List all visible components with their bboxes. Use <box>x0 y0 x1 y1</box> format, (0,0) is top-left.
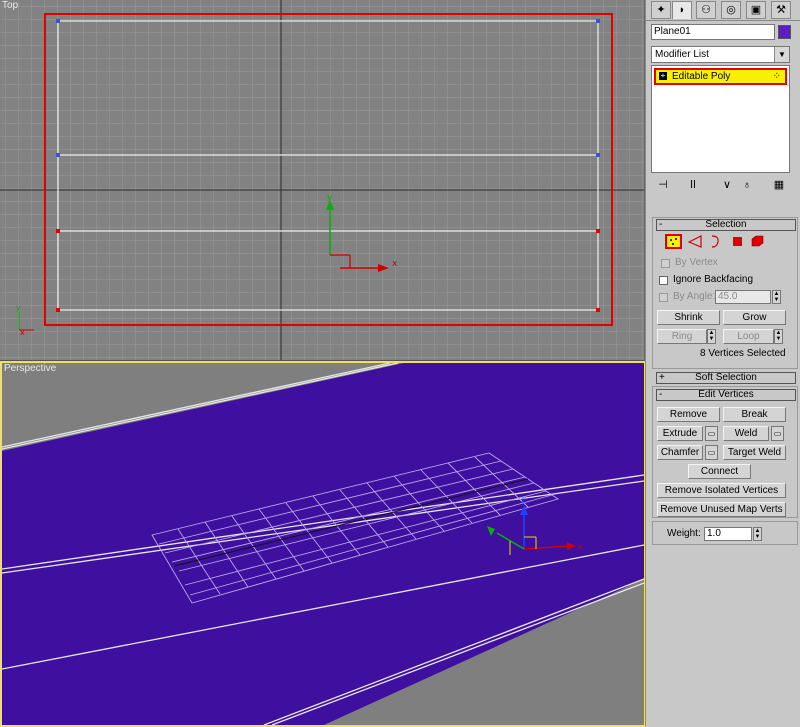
connect-button[interactable]: Connect <box>688 464 751 479</box>
polygon-mode-icon[interactable] <box>731 234 748 249</box>
modifier-stack[interactable]: + Editable Poly ⁘ <box>651 65 790 173</box>
persp-gizmo-z-label: z <box>521 496 525 505</box>
object-color-swatch[interactable] <box>778 25 791 39</box>
weight-label: Weight: <box>667 528 701 539</box>
top-grid <box>0 0 644 360</box>
motion-icon: ◎ <box>726 4 736 16</box>
stack-item-label: Editable Poly <box>672 71 731 82</box>
motion-tab[interactable]: ◎ <box>721 1 741 19</box>
break-button[interactable]: Break <box>723 407 786 422</box>
weld-button[interactable]: Weld <box>723 426 769 441</box>
gizmo-x-label: x <box>392 259 398 269</box>
remove-isolated-vertices-button[interactable]: Remove Isolated Vertices <box>657 483 786 498</box>
modifier-list-dropdown[interactable]: Modifier List ▼ <box>651 46 790 63</box>
utilities-icon: ⚒ <box>776 4 786 16</box>
persp-gizmo-x-label: x <box>578 542 583 551</box>
display-icon: ▣ <box>750 4 762 16</box>
selection-title: Selection <box>705 219 747 230</box>
weight-input[interactable]: 1.0 <box>704 527 752 541</box>
ring-spinner[interactable]: ▲ ▼ <box>707 329 716 344</box>
collapse-minus-edit: - <box>659 389 663 400</box>
remove-unused-map-verts-button[interactable]: Remove Unused Map Verts <box>657 502 786 517</box>
configure-modifier-sets-icon[interactable]: ▦ <box>772 178 786 192</box>
stack-item-editable-poly[interactable]: + Editable Poly ⁘ <box>654 68 787 85</box>
hierarchy-icon: ⚇ <box>701 4 711 16</box>
by-vertex-label: By Vertex <box>675 257 718 268</box>
gizmo-y-label: y <box>327 193 333 203</box>
viewport-label-top[interactable]: Top <box>2 0 18 11</box>
vertex-subobject-icon: ⁘ <box>772 71 781 82</box>
shrink-button[interactable]: Shrink <box>657 310 720 325</box>
grow-button[interactable]: Grow <box>723 310 786 325</box>
loop-button[interactable]: Loop <box>723 329 774 344</box>
extrude-settings-icon[interactable]: ▭ <box>705 426 718 441</box>
tripod-x-label: x <box>20 328 25 337</box>
top-viewport-canvas: y x y x <box>0 0 644 360</box>
modifier-list-label: Modifier List <box>655 49 709 60</box>
perspective-canvas: x z <box>2 363 644 725</box>
top-viewport[interactable]: Top y x y x <box>0 0 645 361</box>
edge-mode-icon[interactable] <box>687 234 704 249</box>
create-tab[interactable]: ✦ <box>651 1 671 19</box>
purple-plane <box>2 363 644 725</box>
by-angle-checkbox[interactable] <box>659 293 668 302</box>
soft-selection-rollout-header[interactable]: + Soft Selection <box>656 372 796 384</box>
by-vertex-checkbox[interactable] <box>661 259 670 268</box>
show-end-result-icon[interactable]: ǀǀ <box>686 178 700 192</box>
modify-icon: ◗ <box>678 4 686 16</box>
pin-stack-icon[interactable]: ⊣ <box>656 178 670 192</box>
vertex-mode-icon[interactable] <box>665 234 682 249</box>
chevron-down-icon[interactable]: ▼ <box>774 47 789 62</box>
object-name-input[interactable]: Plane01 <box>651 24 775 40</box>
panel-tab-bar: ✦ ◗ ⚇ ◎ ▣ ⚒ <box>646 0 800 21</box>
selection-status: 8 Vertices Selected <box>700 348 786 359</box>
expand-plus-icon[interactable]: + <box>659 72 667 80</box>
by-angle-label: By Angle: <box>673 291 716 302</box>
weld-settings-icon[interactable]: ▭ <box>771 426 784 441</box>
create-icon: ✦ <box>656 4 666 16</box>
hierarchy-tab[interactable]: ⚇ <box>696 1 716 19</box>
border-mode-icon[interactable] <box>707 234 724 249</box>
ignore-backfacing-label: Ignore Backfacing <box>673 274 754 285</box>
chamfer-settings-icon[interactable]: ▭ <box>705 445 718 460</box>
weight-spinner[interactable]: ▲ ▼ <box>753 527 762 541</box>
target-weld-button[interactable]: Target Weld <box>723 445 786 460</box>
by-angle-input[interactable]: 45.0 <box>715 290 771 304</box>
soft-selection-title: Soft Selection <box>695 372 757 383</box>
loop-spinner[interactable]: ▲ ▼ <box>774 329 783 344</box>
remove-modifier-icon[interactable]: ♁ <box>740 178 754 192</box>
by-angle-spinner[interactable]: ▲ ▼ <box>772 290 781 304</box>
edit-vertices-title: Edit Vertices <box>698 389 754 400</box>
display-tab[interactable]: ▣ <box>746 1 766 19</box>
viewport-label-perspective[interactable]: Perspective <box>4 363 56 374</box>
extrude-button[interactable]: Extrude <box>657 426 703 441</box>
collapse-minus: - <box>659 219 663 230</box>
tripod-y-label: y <box>16 303 21 312</box>
edit-vertices-rollout-header[interactable]: - Edit Vertices <box>656 389 796 401</box>
selection-rollout-header[interactable]: - Selection <box>656 219 796 231</box>
element-mode-icon[interactable] <box>750 234 767 249</box>
command-panel: ✦ ◗ ⚇ ◎ ▣ ⚒ Plane01 Modifier List ▼ + Ed… <box>645 0 800 726</box>
remove-button[interactable]: Remove <box>657 407 720 422</box>
make-unique-icon[interactable]: ∨ <box>720 178 734 192</box>
ignore-backfacing-checkbox[interactable] <box>659 276 668 285</box>
perspective-viewport[interactable]: Perspective x z <box>0 361 646 727</box>
stack-tools: ⊣ ǀǀ ∨ ♁ ▦ <box>654 178 794 194</box>
chamfer-button[interactable]: Chamfer <box>657 445 703 460</box>
modify-tab[interactable]: ◗ <box>672 1 692 19</box>
expand-plus: + <box>659 372 665 383</box>
ring-button[interactable]: Ring <box>657 329 707 344</box>
utilities-tab[interactable]: ⚒ <box>771 1 791 19</box>
